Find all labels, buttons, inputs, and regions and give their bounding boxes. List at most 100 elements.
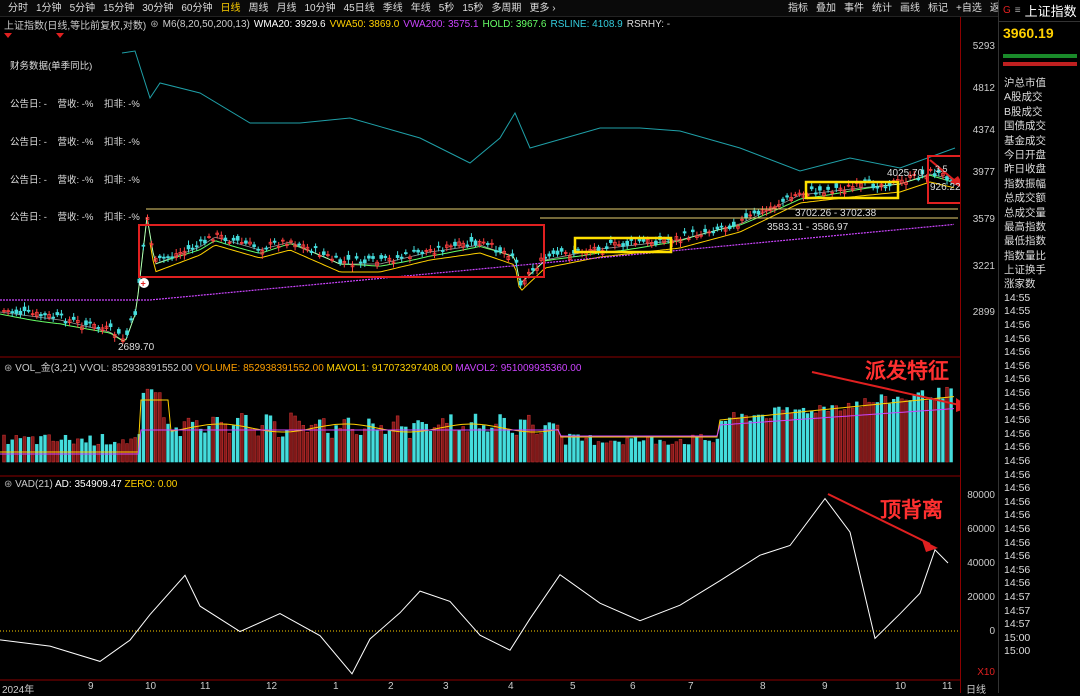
candle-body (510, 253, 515, 256)
current-price: 3960.19 (1003, 25, 1054, 41)
volume-bar (207, 425, 211, 463)
volume-bar (276, 437, 281, 463)
volume-bar (723, 420, 728, 463)
tick-time: 14:56 (1004, 346, 1031, 359)
volume-bar (547, 422, 552, 463)
volume-bar (863, 398, 867, 463)
volume-bar (2, 434, 6, 463)
candle-body (440, 250, 445, 252)
vwa200-line (0, 223, 955, 301)
volume-bar (248, 427, 252, 463)
tick-time: 14:56 (1004, 400, 1031, 413)
volume-bar (358, 434, 363, 463)
candle-body (198, 239, 203, 242)
candle-body (756, 210, 761, 215)
volume-bar (432, 427, 437, 463)
candle-body (416, 249, 420, 253)
volume-bar (785, 407, 789, 463)
quote-item: 总成交量 (1004, 206, 1046, 219)
volume-bar (793, 409, 798, 463)
index-name: 上证指数 (1024, 4, 1077, 19)
volume-bar (670, 443, 675, 463)
volume-bar (531, 424, 535, 463)
candle-body (170, 256, 174, 259)
volume-bar (764, 418, 769, 463)
volume-bar (346, 417, 351, 463)
kline-chart[interactable]: + 4025.70 926.22 3.5 3702.26 - 3702.38 3… (0, 0, 960, 693)
volume-bar (477, 428, 482, 463)
volume-bar (481, 425, 486, 463)
candle-body (621, 243, 625, 247)
volume-bar (190, 421, 195, 463)
candle-body (691, 229, 695, 233)
volume-bar (625, 437, 629, 463)
candle-body (309, 250, 314, 253)
candle-body (547, 253, 552, 257)
volume-bar (695, 436, 699, 463)
volume-bar (916, 392, 921, 463)
candle-body (358, 261, 363, 264)
volume-bar (613, 440, 617, 463)
candle-body (272, 240, 277, 243)
volume-bar (912, 394, 916, 463)
candle-body (809, 186, 814, 190)
divergence-note: 顶背离 (880, 498, 943, 522)
settings-icon[interactable]: ⊛ (4, 479, 12, 490)
candle-body (625, 240, 629, 246)
volume-bar (457, 429, 461, 463)
volume-bar (39, 436, 43, 463)
tick-time: 15:00 (1004, 645, 1031, 658)
volume-bar (609, 440, 613, 463)
tick-time: 14:56 (1004, 441, 1031, 454)
high-label: 4025.70 (887, 168, 924, 179)
menu-icon[interactable]: ≡ (1015, 5, 1021, 16)
candle-body (84, 320, 88, 326)
volume-bar (104, 444, 109, 463)
volume-bar (641, 440, 646, 463)
volume-bar (256, 435, 260, 463)
candle-body (129, 318, 133, 321)
volume-bar (10, 439, 14, 463)
candle-body (752, 210, 757, 214)
volume-bar (658, 439, 662, 463)
volume-bar (178, 436, 182, 463)
volume-bar (141, 392, 146, 463)
candle-body (732, 221, 736, 227)
volume-bar (465, 431, 469, 463)
volume-bar (518, 419, 523, 463)
quote-header: G ≡ 上证指数 (999, 0, 1080, 22)
volume-bar (568, 433, 572, 463)
candle-body (412, 249, 416, 252)
volume-bar (699, 433, 703, 463)
volume-bar (736, 417, 740, 463)
volume-bar (773, 407, 777, 463)
volume-bar (932, 399, 937, 463)
volume-bar (539, 432, 543, 463)
volume-bar (18, 438, 23, 463)
candle-body (125, 330, 129, 335)
volume-bar (777, 406, 781, 463)
volume-bar (498, 414, 502, 463)
volume-bar (117, 443, 121, 463)
quote-item: 国债成交 (1004, 120, 1046, 133)
settings-icon[interactable]: ⊛ (4, 363, 12, 374)
volume-bar (272, 421, 277, 463)
candle-body (10, 311, 15, 314)
volume-bar (6, 443, 10, 463)
volume-bar (891, 398, 896, 463)
volume-bar (428, 430, 433, 463)
candle-body (814, 192, 818, 195)
candle-body (465, 244, 470, 247)
volume-bar (584, 437, 588, 463)
candle-body (71, 316, 76, 320)
volume-bar (867, 401, 871, 463)
price-axis: 5293 4812 4374 3977 3579 3221 2899 80000… (960, 17, 998, 693)
tick-time: 14:56 (1004, 454, 1031, 467)
volume-bar (920, 390, 925, 463)
low-label: 2689.70 (118, 342, 155, 353)
finance-row: 公告日: - 营收: -% 扣非: -% (10, 136, 140, 148)
volume-bar (186, 417, 191, 463)
volume-bar (170, 429, 174, 463)
volume-bar (350, 428, 355, 463)
volume-bar (440, 418, 445, 463)
